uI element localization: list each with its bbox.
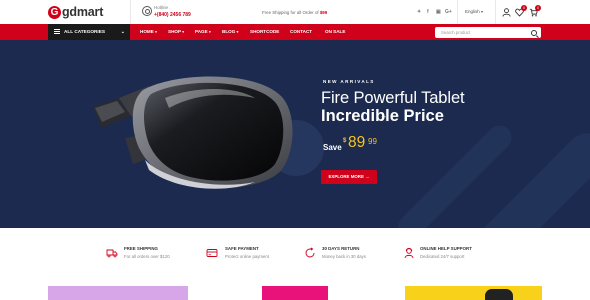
hero-eyebrow: NEW ARRIVALS xyxy=(323,79,375,84)
nav-item-shortcode[interactable]: SHORTCODE xyxy=(250,24,279,40)
price-currency: $ xyxy=(343,138,347,144)
page: G gdmart Hotline +(840) 2456 789 Free Sh… xyxy=(0,0,590,300)
feature-title: SAFE PAYMENT xyxy=(225,246,259,251)
search-icon[interactable] xyxy=(531,29,537,36)
promo-card[interactable] xyxy=(262,286,328,300)
nav-item-label: SHOP xyxy=(168,29,181,34)
google-plus-icon[interactable]: G+ xyxy=(445,9,452,15)
shipping-notice: Free Shipping for all Order of $99 xyxy=(262,10,327,15)
instagram-icon[interactable]: ▣ xyxy=(436,9,441,15)
chevron-down-icon: ▾ xyxy=(208,30,211,34)
explore-more-button[interactable]: EXPLORE MORE → xyxy=(321,170,377,184)
logo-mark: G xyxy=(48,5,61,19)
all-categories-label: ALL CATEGORIES xyxy=(64,29,105,34)
nav-item-home[interactable]: HOME ▾ xyxy=(140,24,157,40)
feature-subtitle: Dedicated 24/7 support xyxy=(420,254,465,259)
search-box[interactable]: Search product xyxy=(435,27,541,38)
user-icon[interactable] xyxy=(502,8,511,17)
hotline-phone[interactable]: +(840) 2456 789 xyxy=(154,12,191,18)
price-cents: 99 xyxy=(368,137,377,146)
nav-item-blog[interactable]: BLOG ▾ xyxy=(222,24,238,40)
wishlist-badge: 0 xyxy=(521,5,527,11)
facebook-icon[interactable]: f xyxy=(427,9,429,15)
language-value: English xyxy=(465,9,480,14)
shipping-amount: $99 xyxy=(319,10,328,15)
truck-icon xyxy=(106,249,118,258)
nav-item-label: PAGE xyxy=(195,29,208,34)
chevron-down-icon: ⌄ xyxy=(120,29,125,35)
feature-title: 30 DAYS RETURN xyxy=(322,246,360,251)
explore-more-label: EXPLORE MORE xyxy=(328,174,364,179)
divider xyxy=(495,0,496,24)
chevron-down-icon: ▾ xyxy=(236,30,239,34)
price-main: 89 xyxy=(348,134,366,151)
cart-badge: 0 xyxy=(535,5,541,11)
return-icon xyxy=(305,247,315,258)
chevron-down-icon: ▾ xyxy=(481,9,484,14)
feature-title: ONLINE HELP SUPPORT xyxy=(420,246,472,251)
feature-subtitle: Money back in 30 days xyxy=(322,254,366,259)
nav-item-on-sale[interactable]: ON SALE xyxy=(325,24,345,40)
chevron-down-icon: ▾ xyxy=(182,30,184,34)
credit-card-icon xyxy=(206,249,218,257)
nav-item-label: BLOG xyxy=(222,29,236,34)
hero-title-line1: Fire Powerful Tablet xyxy=(321,89,465,107)
vr-headset-image xyxy=(93,76,293,189)
feature-subtitle: For all orders over $120 xyxy=(124,254,170,259)
nav-item-label: HOME xyxy=(140,29,154,34)
all-categories-button[interactable]: ALL CATEGORIES ⌄ xyxy=(48,24,130,40)
promo-card[interactable] xyxy=(405,286,542,300)
nav-item-contact[interactable]: CONTACT xyxy=(290,24,312,40)
logo-text: gdmart xyxy=(62,5,104,19)
feature-title: FREE SHIPPING xyxy=(124,246,158,251)
hero-title-line2: Incredible Price xyxy=(321,107,444,125)
arrow-right-icon: → xyxy=(365,174,370,179)
headset-icon xyxy=(142,6,152,16)
promo-card[interactable] xyxy=(48,286,188,300)
search-input[interactable]: Search product xyxy=(441,30,470,35)
feature-subtitle: Protect online payment xyxy=(225,254,269,259)
nav-item-shop[interactable]: SHOP ▾ xyxy=(168,24,184,40)
divider xyxy=(457,0,458,24)
hotline-label: Hotline xyxy=(154,5,169,10)
divider xyxy=(130,0,131,24)
phone-image xyxy=(485,289,513,300)
shipping-text: Free Shipping for all Order of xyxy=(262,10,319,15)
language-select[interactable]: English ▾ xyxy=(465,9,483,14)
twitter-icon[interactable]: ✦ xyxy=(417,9,421,15)
save-label: Save xyxy=(323,143,342,152)
menu-icon xyxy=(54,29,60,35)
top-header: G gdmart Hotline +(840) 2456 789 Free Sh… xyxy=(0,0,590,24)
support-icon xyxy=(404,247,414,259)
chevron-down-icon: ▾ xyxy=(155,30,157,34)
logo[interactable]: G gdmart xyxy=(48,5,103,19)
nav-item-page[interactable]: PAGE ▾ xyxy=(195,24,211,40)
